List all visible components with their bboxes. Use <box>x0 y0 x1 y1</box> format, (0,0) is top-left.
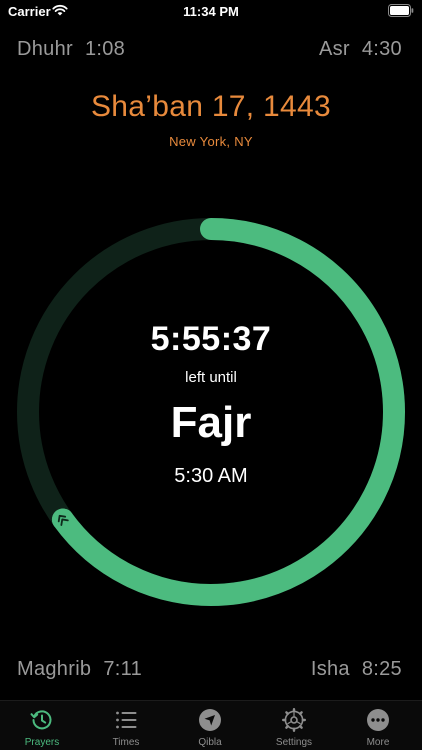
prayer-name: Maghrib <box>17 658 92 680</box>
tab-qibla[interactable]: Qibla <box>168 701 252 750</box>
prayer-time: 8:25 <box>361 658 402 680</box>
tab-label: Settings <box>275 737 313 748</box>
tab-label: More <box>366 737 390 748</box>
next-prayer-name: Fajr <box>170 398 252 447</box>
tab-label: Times <box>112 737 140 748</box>
prayer-time: 7:11 <box>103 658 143 680</box>
gear-icon <box>282 708 306 732</box>
tab-more[interactable]: More <box>336 701 420 750</box>
tab-times[interactable]: Times <box>84 701 168 750</box>
tab-label: Qibla <box>198 737 222 748</box>
more-dots-icon <box>367 709 389 731</box>
tab-bar: Prayers Times Qibla Settings More <box>0 700 422 750</box>
list-icon <box>116 711 137 729</box>
next-prayer-time: 5:30 AM <box>174 465 248 487</box>
countdown-timer: 5:55:37 <box>150 320 272 358</box>
compass-arrow-icon <box>199 709 221 731</box>
prayer-name: Isha <box>310 658 350 680</box>
prayer-maghrib: Maghrib 7:11 <box>17 658 142 681</box>
tab-label: Prayers <box>24 737 60 748</box>
prayer-isha: Isha 8:25 <box>311 658 402 681</box>
tab-settings[interactable]: Settings <box>252 701 336 750</box>
tab-prayers[interactable]: Prayers <box>0 701 84 750</box>
left-until-caption: left until <box>185 369 237 386</box>
clock-history-icon <box>30 710 52 730</box>
